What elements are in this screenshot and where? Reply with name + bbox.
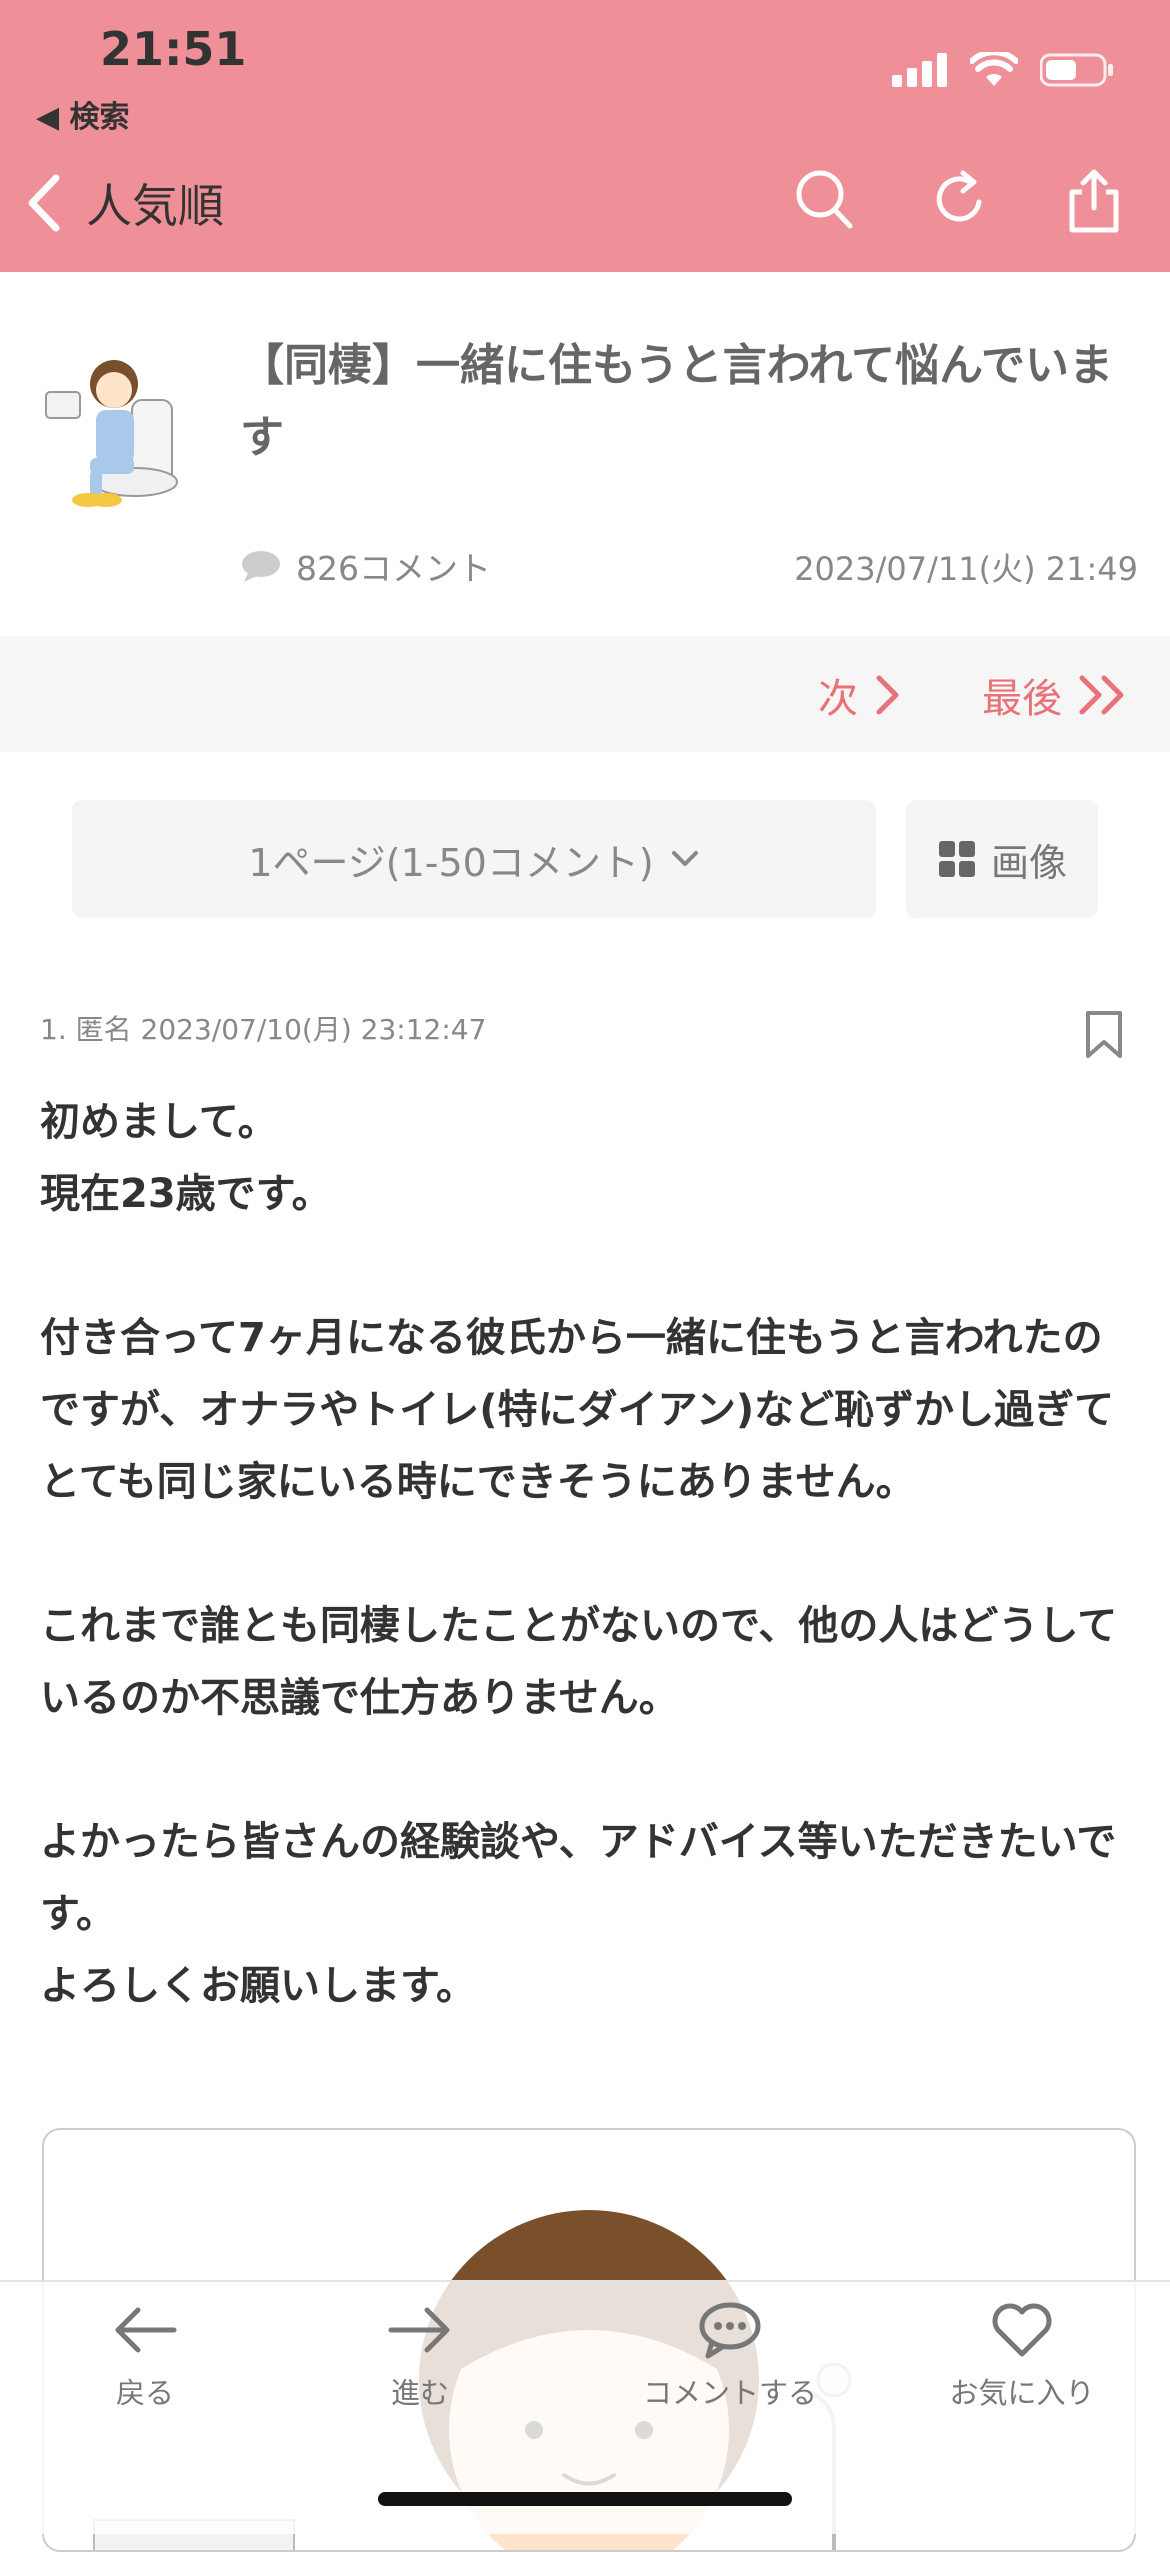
tab-comment[interactable]: コメントする xyxy=(615,2300,845,2412)
comment-body: 初めまして。 現在23歳です。 付き合って7ヶ月になる彼氏から一緒に住もうと言わ… xyxy=(40,1086,1130,2022)
page-range-label: 1ページ(1-50コメント) xyxy=(248,840,654,885)
image-filter-button[interactable]: 画像 xyxy=(906,800,1098,918)
tab-comment-label: コメントする xyxy=(642,2376,817,2410)
tab-favorite-label: お気に入り xyxy=(949,2376,1095,2410)
comment-bubble-icon xyxy=(242,551,280,582)
arrow-left-icon xyxy=(115,2307,177,2353)
comment-line: 付き合って7ヶ月になる彼氏から一緒に住もうと言われたのですが、オナラやトイレ(特… xyxy=(40,1315,1115,1505)
article-thumbnail xyxy=(45,360,178,507)
tab-favorite[interactable]: お気に入り xyxy=(907,2300,1137,2412)
status-time: 21:51 xyxy=(100,22,247,76)
signal-icon xyxy=(892,53,947,87)
comment-line: これまで誰とも同棲したことがないので、他の人はどうしているのか不思議で仕方ありま… xyxy=(40,1603,1118,1721)
header-actions xyxy=(794,168,1122,234)
comment-meta: 1. 匿名 2023/07/10(月) 23:12:47 xyxy=(40,1013,487,1046)
grid-icon xyxy=(938,841,975,877)
chevron-left-icon xyxy=(28,174,60,232)
back-nav-button[interactable]: 人気順 xyxy=(24,170,224,236)
comment-count: 826コメント xyxy=(240,542,491,590)
image-filter-label: 画像 xyxy=(990,840,1067,885)
heart-icon xyxy=(992,2303,1052,2357)
comment-line: よかったら皆さんの経験談や、アドバイス等いただきたいです。 xyxy=(40,1819,1117,1937)
search-icon[interactable] xyxy=(794,168,854,230)
comment-line: 初めまして。 xyxy=(40,1099,278,1145)
tab-back[interactable]: 戻る xyxy=(30,2300,260,2412)
tab-back-label: 戻る xyxy=(115,2376,174,2410)
speech-bubble-icon xyxy=(699,2302,761,2359)
arrow-right-icon xyxy=(388,2307,450,2353)
last-page-button[interactable]: 最後 xyxy=(982,666,1130,724)
back-to-app-link[interactable]: ◀ 検索 xyxy=(36,92,130,136)
next-page-button[interactable]: 次 xyxy=(818,666,902,724)
reload-icon[interactable] xyxy=(930,168,990,230)
comment-line: よろしくお願いします。 xyxy=(40,1963,476,2009)
status-icons xyxy=(892,52,1114,88)
last-page-label: 最後 xyxy=(982,676,1062,722)
chevron-down-icon xyxy=(671,851,698,866)
back-nav-label: 人気順 xyxy=(86,179,224,233)
next-page-label: 次 xyxy=(818,676,858,722)
double-chevron-right-icon xyxy=(1079,675,1124,715)
chevron-right-icon xyxy=(876,675,899,715)
bookmark-icon[interactable] xyxy=(1084,1010,1124,1060)
wifi-icon xyxy=(970,52,1018,86)
comment-line: 現在23歳です。 xyxy=(40,1171,332,1217)
article-date: 2023/07/11(火) 21:49 xyxy=(794,550,1138,588)
share-icon[interactable] xyxy=(1066,168,1122,234)
home-indicator[interactable] xyxy=(378,2492,792,2506)
article-title[interactable]: 【同棲】一緒に住もうと言われて悩んでいます xyxy=(240,330,1120,474)
tab-forward[interactable]: 進む xyxy=(305,2300,535,2412)
tab-forward-label: 進む xyxy=(390,2376,449,2410)
battery-icon xyxy=(1040,53,1113,87)
comment-count-label: 826コメント xyxy=(296,549,491,588)
page-range-select[interactable]: 1ページ(1-50コメント) xyxy=(72,800,876,918)
